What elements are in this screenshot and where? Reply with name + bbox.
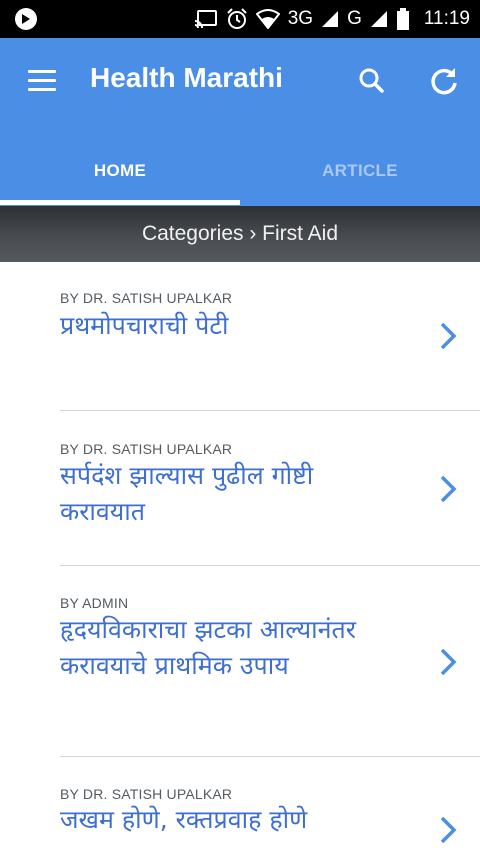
menu-icon	[28, 69, 56, 73]
article-item[interactable]: BY DR. SATISH UPALKAR जखम होणे, रक्तप्रव…	[0, 757, 480, 857]
article-title: सर्पदंश झाल्यास पुढील गोष्टी करावयात	[60, 461, 314, 526]
article-title: हृदयविकाराचा झटका आल्यानंतर करावयाचे प्र…	[60, 615, 356, 680]
battery-icon	[396, 8, 409, 30]
article-item[interactable]: BY ADMIN हृदयविकाराचा झटका आल्यानंतर करा…	[0, 566, 480, 757]
article-author: BY DR. SATISH UPALKAR	[60, 290, 233, 306]
chevron-right-icon	[440, 816, 457, 844]
menu-button[interactable]	[18, 58, 66, 102]
chevron-right-icon	[440, 475, 457, 503]
alarm-icon	[227, 8, 247, 29]
status-bar: 3G G 11:19	[0, 0, 480, 38]
cast-icon	[194, 10, 217, 29]
status-icons: 3G G 11:19	[194, 0, 470, 38]
article-author: BY DR. SATISH UPALKAR	[60, 786, 233, 802]
article-author: BY DR. SATISH UPALKAR	[60, 441, 233, 457]
refresh-button[interactable]	[422, 60, 466, 104]
refresh-icon	[431, 68, 457, 95]
search-button[interactable]	[350, 60, 394, 104]
article-title: जखम होणे, रक्तप्रवाह होणे	[60, 805, 308, 834]
app-notification-icon	[15, 8, 37, 30]
chevron-right-icon	[440, 322, 457, 350]
network-3g-label: 3G	[287, 8, 314, 29]
wifi-icon	[255, 9, 280, 29]
clock: 11:19	[423, 8, 470, 29]
article-item[interactable]: BY DR. SATISH UPALKAR प्रथमोपचाराची पेटी	[0, 262, 480, 411]
app-title: Health Marathi	[90, 62, 283, 93]
network-g-label: G	[347, 8, 362, 29]
chevron-right-icon	[440, 648, 457, 676]
article-item[interactable]: BY DR. SATISH UPALKAR सर्पदंश झाल्यास पु…	[0, 411, 480, 566]
tab-article[interactable]: ARTICLE	[240, 138, 480, 204]
active-tab-indicator	[0, 200, 240, 205]
search-icon	[359, 68, 384, 93]
article-list: BY DR. SATISH UPALKAR प्रथमोपचाराची पेटी…	[0, 262, 480, 857]
tab-home[interactable]: HOME	[0, 138, 240, 204]
article-author: BY ADMIN	[60, 595, 129, 611]
app-bar: Health Marathi HOME ARTICLE	[0, 38, 480, 206]
article-title: प्रथमोपचाराची पेटी	[60, 311, 229, 340]
signal-icon	[322, 11, 339, 27]
signal-icon	[370, 11, 387, 27]
breadcrumb: Categories › First Aid	[0, 206, 480, 262]
